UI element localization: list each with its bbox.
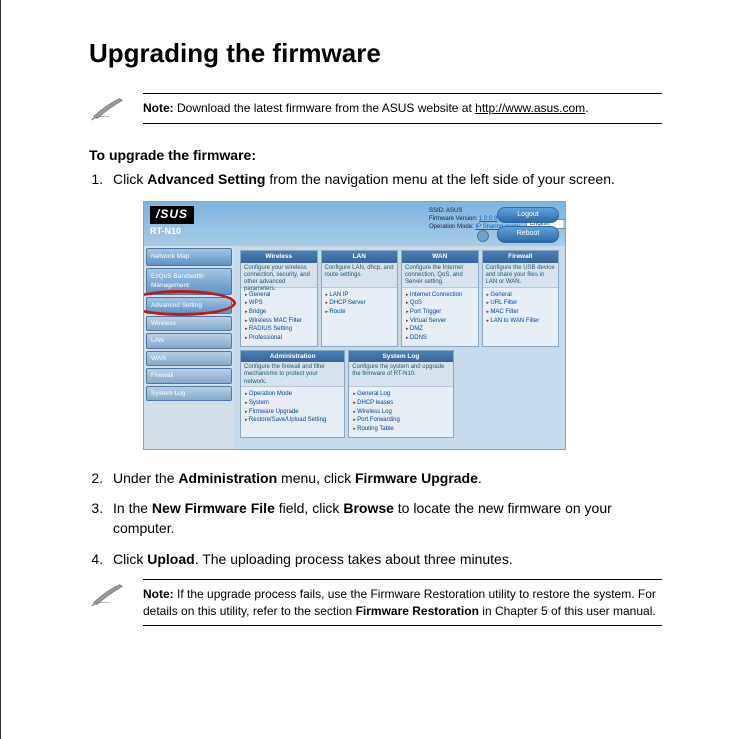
panel-wan-list: Internet Connection QoS Port Trigger Vir…	[402, 288, 478, 346]
router-sidebar: Network Map EzQoS Bandwidth Management A…	[144, 246, 234, 448]
panel-syslog-list: General Log DHCP leases Wireless Log Por…	[349, 387, 452, 436]
step-3: In the New Firmware File field, click Br…	[107, 498, 662, 539]
router-body: Network Map EzQoS Bandwidth Management A…	[144, 246, 565, 448]
chevron-down-icon: ▾	[563, 220, 566, 229]
asus-link[interactable]: http://www.asus.com	[475, 101, 585, 115]
fw-link[interactable]: 1.0.0.9	[479, 216, 497, 222]
reboot-button[interactable]: Reboot	[497, 226, 559, 242]
brand-text: /SUS	[150, 206, 194, 223]
router-screenshot: /SUS RT-N10 SSID: ASUS Firmware Version:…	[143, 201, 662, 449]
note-block-1: Note: Download the latest firmware from …	[89, 93, 662, 127]
panel-row-1: Wireless Configure your wireless connect…	[240, 250, 559, 347]
note-text: Note: Download the latest firmware from …	[143, 93, 662, 124]
panel-lan: LAN Configure LAN, dhcp, and route setti…	[321, 250, 399, 347]
router-main: Wireless Configure your wireless connect…	[234, 246, 565, 448]
step-1: Click Advanced Setting from the navigati…	[107, 169, 662, 450]
document-page: Upgrading the firmware Note: Download th…	[0, 0, 750, 739]
top-buttons: Logout Reboot	[497, 207, 559, 245]
note-tail: .	[585, 101, 588, 115]
sidebar-item-syslog[interactable]: System Log	[146, 386, 232, 401]
model-text: RT-N10	[150, 225, 228, 238]
sidebar-item-wireless[interactable]: Wireless	[146, 316, 232, 331]
panel-syslog: System Log Configure the system and upgr…	[348, 350, 453, 438]
panel-row-2: Administration Configure the firewall an…	[240, 350, 559, 438]
sidebar-item-lan[interactable]: LAN	[146, 333, 232, 348]
sidebar-item-wan[interactable]: WAN	[146, 351, 232, 366]
panel-firewall-list: General URL Filter MAC Filter LAN to WAN…	[483, 288, 559, 329]
sidebar-item-ezqos[interactable]: EzQoS Bandwidth Management	[146, 268, 232, 295]
panel-wireless: Wireless Configure your wireless connect…	[240, 250, 318, 347]
note-label: Note:	[143, 101, 174, 115]
panel-wireless-list: General WPS Bridge Wireless MAC Filter R…	[241, 288, 317, 346]
panel-admin-list: Operation Mode System Firmware Upgrade R…	[241, 387, 344, 428]
step-4: Click Upload. The uploading process take…	[107, 549, 662, 569]
panel-admin: Administration Configure the firewall an…	[240, 350, 345, 438]
note-block-2: Note: If the upgrade process fails, use …	[89, 579, 662, 627]
pen-icon	[89, 579, 125, 613]
note-text-2: Note: If the upgrade process fails, use …	[143, 579, 662, 627]
section-intro: To upgrade the firmware:	[89, 147, 662, 163]
panel-wan: WAN Configure the Internet connection, Q…	[401, 250, 479, 347]
router-logo: /SUS RT-N10	[150, 206, 228, 237]
sidebar-item-firewall[interactable]: Firewall	[146, 368, 232, 383]
page-title: Upgrading the firmware	[89, 38, 662, 69]
step-2: Under the Administration menu, click Fir…	[107, 468, 662, 488]
router-topbar: /SUS RT-N10 SSID: ASUS Firmware Version:…	[144, 202, 565, 246]
globe-icon	[477, 230, 489, 242]
sidebar-item-adv[interactable]: Advanced Setting	[146, 297, 232, 314]
router-ui: /SUS RT-N10 SSID: ASUS Firmware Version:…	[143, 201, 566, 449]
panel-spacer	[457, 350, 562, 438]
pen-icon	[89, 93, 125, 127]
panel-firewall: Firewall Configure the USB device and sh…	[482, 250, 560, 347]
logout-button[interactable]: Logout	[497, 207, 559, 223]
note-label: Note:	[143, 587, 174, 601]
steps-list: Click Advanced Setting from the navigati…	[107, 169, 662, 569]
panel-lan-list: LAN IP DHCP Server Route	[322, 288, 398, 320]
note-content: Download the latest firmware from the AS…	[174, 101, 475, 115]
sidebar-item-netmap[interactable]: Network Map	[146, 248, 232, 265]
